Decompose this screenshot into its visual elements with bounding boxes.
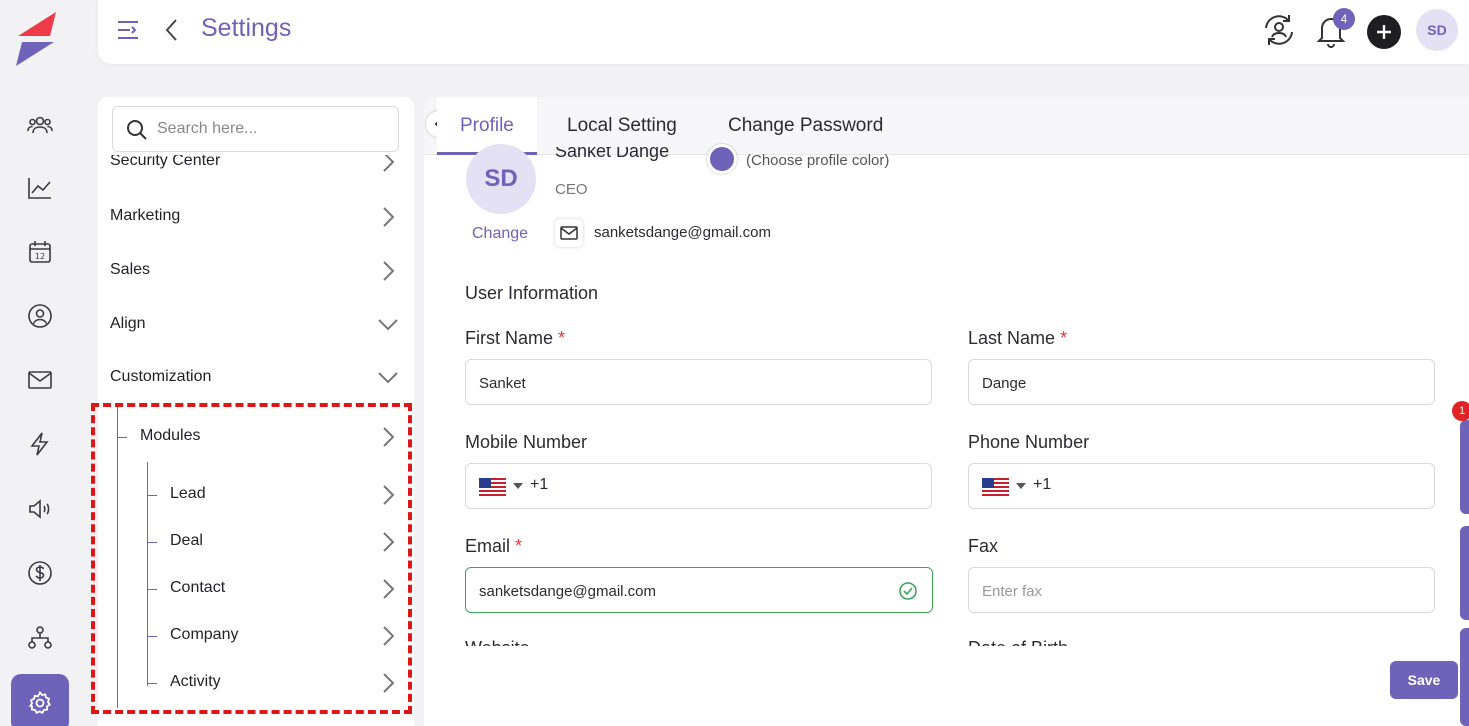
email-field [465, 567, 933, 613]
chevron-right-icon [383, 485, 395, 505]
change-avatar-link[interactable]: Change [472, 225, 528, 243]
chevron-down-icon [378, 319, 398, 331]
section-title: User Information [465, 283, 599, 303]
chevron-right-icon [383, 155, 395, 172]
chevron-down-icon [378, 372, 398, 384]
nav-item-label: Marketing [110, 207, 181, 224]
user-avatar[interactable]: SD [1416, 9, 1458, 51]
nav-item-deal[interactable]: Deal [98, 522, 414, 562]
profile-email: sanketsdange@gmail.com [594, 224, 771, 241]
nav-item-security-center[interactable]: Security Center [98, 155, 414, 182]
nav-item-label: Sales [110, 261, 151, 278]
analytics-chart-icon[interactable] [20, 168, 60, 208]
caret-down-icon[interactable] [513, 483, 523, 489]
profile-role: CEO [555, 181, 588, 198]
search-input[interactable] [157, 115, 387, 143]
settings-nav-list: Security Center Marketing Sales Align Cu… [98, 155, 414, 726]
nav-item-label: Align [110, 315, 146, 332]
add-new-button[interactable] [1367, 15, 1401, 49]
main-content: Profile Local Setting Change Password SD… [424, 97, 1469, 726]
nav-item-label: Deal [170, 532, 203, 549]
nav-item-lead[interactable]: Lead [98, 475, 414, 515]
us-flag-icon[interactable] [479, 478, 506, 496]
mobile-number-field[interactable]: +1 [465, 463, 932, 509]
last-name-label: Last Name * [968, 328, 1068, 348]
email-input[interactable] [479, 578, 879, 604]
plus-icon [1377, 25, 1391, 39]
fax-label: Fax [968, 536, 999, 556]
first-name-field [465, 359, 932, 405]
fax-input[interactable] [982, 578, 1412, 604]
nav-item-label: Activity [170, 673, 221, 690]
mobile-dial-code: +1 [530, 476, 549, 493]
side-notification-badge: 1 [1452, 401, 1469, 421]
chevron-right-icon [383, 261, 395, 281]
mobile-number-label: Mobile Number [465, 432, 588, 452]
nav-item-marketing[interactable]: Marketing [98, 197, 414, 237]
profile-name: Sanket Dange [555, 147, 670, 161]
first-name-label: First Name * [465, 328, 566, 348]
nav-item-contact[interactable]: Contact [98, 569, 414, 609]
profile-avatar: SD [466, 144, 536, 214]
save-button[interactable]: Save [1390, 661, 1458, 699]
hierarchy-icon[interactable] [20, 618, 60, 658]
dollar-icon[interactable] [20, 553, 60, 593]
nav-item-company[interactable]: Company [98, 616, 414, 656]
phone-number-label: Phone Number [968, 432, 1090, 452]
settings-gear-icon[interactable] [11, 674, 69, 726]
side-drawer-tab[interactable] [1460, 420, 1469, 514]
nav-item-sales[interactable]: Sales [98, 251, 414, 291]
caret-down-icon[interactable] [1016, 483, 1026, 489]
mail-icon [555, 219, 583, 247]
search-icon [127, 120, 147, 140]
date-of-birth-label: Date of Birth [968, 638, 1068, 646]
check-circle-icon [899, 582, 917, 600]
menu-toggle-icon[interactable] [116, 16, 140, 44]
icon-rail: 12 [0, 0, 82, 726]
notification-count-badge: 4 [1333, 8, 1355, 30]
contact-profile-icon[interactable] [20, 296, 60, 336]
phone-number-field[interactable]: +1 [968, 463, 1435, 509]
app-logo-icon[interactable] [12, 10, 60, 68]
chevron-right-icon [383, 532, 395, 552]
website-label: Website [465, 638, 530, 646]
phone-dial-code: +1 [1033, 476, 1052, 493]
last-name-field [968, 359, 1435, 405]
campaign-speaker-icon[interactable] [20, 489, 60, 529]
svg-text:12: 12 [35, 252, 45, 261]
nav-item-activity[interactable]: Activity [98, 663, 414, 703]
chevron-right-icon [383, 579, 395, 599]
nav-item-label: Lead [170, 485, 206, 502]
side-drawer-tab[interactable] [1460, 526, 1469, 620]
profile-color-picker[interactable] [707, 144, 737, 174]
chevron-right-icon [383, 427, 395, 447]
chevron-right-icon [383, 626, 395, 646]
nav-item-label: Modules [140, 427, 201, 444]
automation-bolt-icon[interactable] [20, 424, 60, 464]
last-name-input[interactable] [982, 370, 1412, 396]
sync-user-icon[interactable] [1261, 12, 1297, 48]
first-name-input[interactable] [479, 370, 909, 396]
settings-nav-panel: Security Center Marketing Sales Align Cu… [98, 97, 414, 726]
fax-field [968, 567, 1435, 613]
chevron-right-icon [383, 673, 395, 693]
mail-icon[interactable] [20, 360, 60, 400]
users-icon[interactable] [20, 105, 60, 145]
nav-item-label: Customization [110, 368, 212, 385]
nav-item-customization[interactable]: Customization [98, 358, 414, 398]
page-title: Settings [201, 14, 292, 42]
side-drawer-tab[interactable] [1460, 628, 1469, 726]
nav-item-label: Company [170, 626, 239, 643]
us-flag-icon[interactable] [982, 478, 1009, 496]
nav-item-label: Contact [170, 579, 226, 596]
email-label: Email * [465, 536, 523, 556]
nav-item-modules[interactable]: Modules [98, 417, 414, 457]
nav-item-label: Security Center [110, 155, 221, 169]
back-chevron-icon[interactable] [162, 16, 182, 44]
nav-item-align[interactable]: Align [98, 305, 414, 345]
chevron-right-icon [383, 207, 395, 227]
search-box [112, 106, 399, 152]
profile-color-label: (Choose profile color) [746, 152, 890, 168]
calendar-icon[interactable]: 12 [20, 232, 60, 272]
